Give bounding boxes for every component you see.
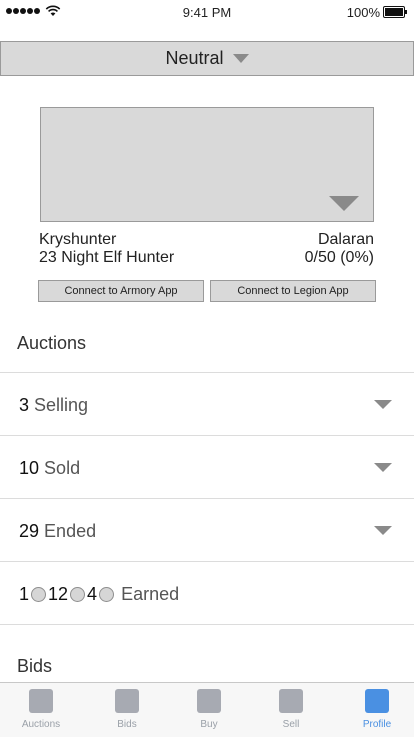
tab-sell[interactable]: Sell bbox=[250, 683, 332, 737]
chevron-down-icon bbox=[232, 54, 249, 63]
sell-tab-icon bbox=[279, 689, 303, 713]
bids-tab-icon bbox=[115, 689, 139, 713]
buy-tab-icon bbox=[197, 689, 221, 713]
divider bbox=[0, 624, 414, 625]
tab-label: Bids bbox=[117, 719, 137, 730]
faction-label: Neutral bbox=[165, 48, 224, 68]
earned-label: Earned bbox=[121, 584, 180, 604]
ended-label: Ended bbox=[44, 521, 97, 541]
character-portrait-selector[interactable] bbox=[40, 107, 374, 222]
silver-coin-icon bbox=[70, 587, 86, 602]
sold-label: Sold bbox=[44, 458, 81, 478]
auction-row-selling[interactable]: 3 Selling bbox=[0, 373, 414, 435]
earned-silver: 12 bbox=[48, 584, 69, 604]
auctions-tab-icon bbox=[29, 689, 53, 713]
tab-profile[interactable]: Profile bbox=[336, 683, 414, 737]
tab-bar: Auctions Bids Buy Sell Profile bbox=[0, 682, 414, 737]
character-name: Kryshunter bbox=[39, 231, 117, 248]
tab-label: Buy bbox=[200, 719, 218, 730]
chevron-down-icon bbox=[374, 463, 392, 472]
sold-count: 10 bbox=[19, 458, 40, 478]
character-realm: Dalaran bbox=[317, 231, 374, 248]
chevron-down-icon bbox=[329, 196, 359, 211]
auctions-section-title: Auctions bbox=[17, 333, 87, 353]
bids-section-title: Bids bbox=[17, 656, 53, 676]
character-description: 23 Night Elf Hunter bbox=[39, 249, 175, 266]
faction-dropdown[interactable]: Neutral bbox=[0, 41, 414, 76]
tab-label: Profile bbox=[362, 719, 392, 730]
character-progress: 0/50 (0%) bbox=[304, 249, 374, 266]
connect-armory-button[interactable]: Connect to Armory App bbox=[38, 280, 204, 302]
selling-label: Selling bbox=[34, 395, 89, 415]
connect-legion-button[interactable]: Connect to Legion App bbox=[210, 280, 376, 302]
tab-auctions[interactable]: Auctions bbox=[0, 683, 82, 737]
battery-percentage: 100% bbox=[346, 5, 380, 20]
chevron-down-icon bbox=[374, 400, 392, 409]
battery-icon bbox=[383, 6, 407, 18]
profile-tab-icon bbox=[365, 689, 389, 713]
earned-copper: 4 bbox=[87, 584, 98, 604]
tab-label: Auctions bbox=[21, 719, 61, 730]
tab-buy[interactable]: Buy bbox=[168, 683, 250, 737]
selling-count: 3 bbox=[19, 395, 30, 415]
gold-coin-icon bbox=[31, 587, 47, 602]
tab-bids[interactable]: Bids bbox=[86, 683, 168, 737]
earned-gold: 1 bbox=[19, 584, 30, 604]
copper-coin-icon bbox=[99, 587, 115, 602]
chevron-down-icon bbox=[374, 526, 392, 535]
auction-row-earned: 1 12 4 Earned bbox=[0, 562, 414, 624]
ended-count: 29 bbox=[19, 521, 40, 541]
auction-row-sold[interactable]: 10 Sold bbox=[0, 436, 414, 498]
auction-row-ended[interactable]: 29 Ended bbox=[0, 499, 414, 561]
status-bar: 9:41 PM 100% bbox=[0, 0, 414, 24]
tab-label: Sell bbox=[282, 719, 300, 730]
